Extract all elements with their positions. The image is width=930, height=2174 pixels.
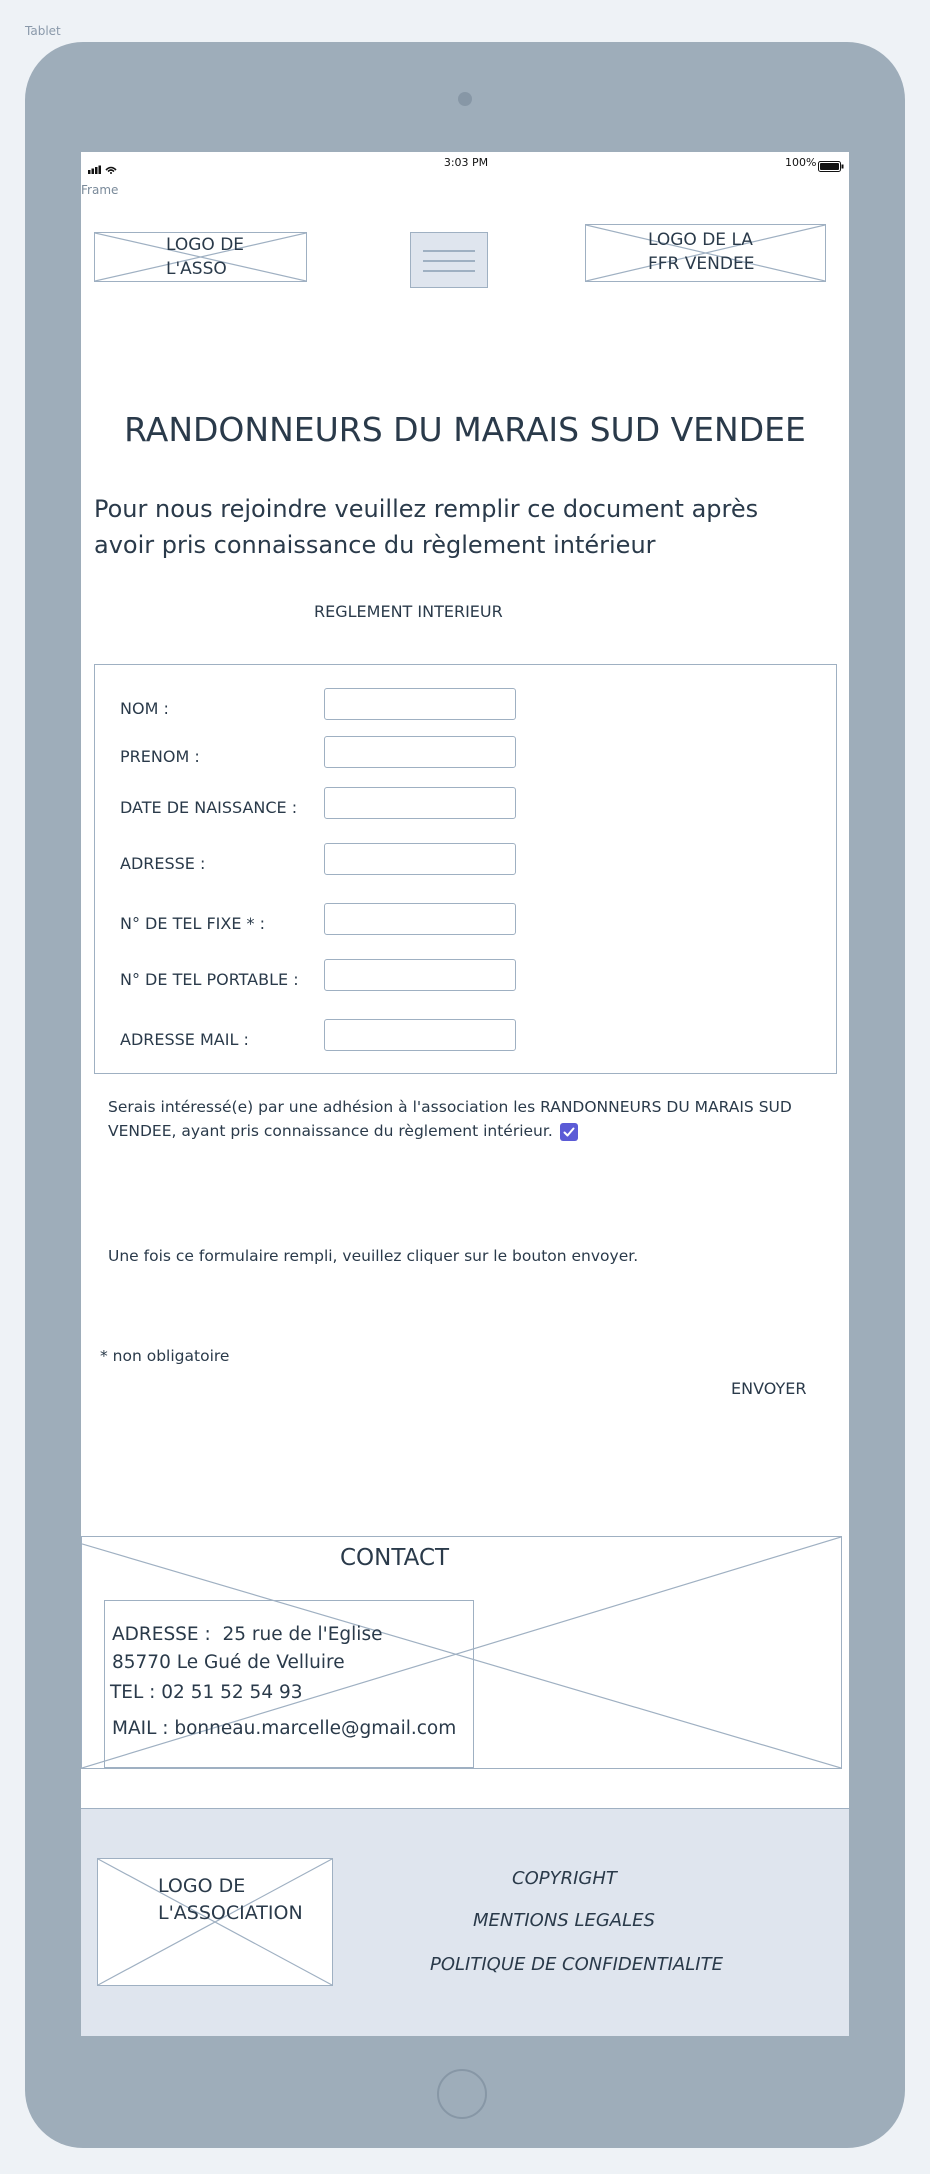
tel-fixe-input[interactable] bbox=[324, 903, 516, 935]
footer-logo-line1: LOGO DE bbox=[158, 1875, 246, 1897]
logo-asso-line1: LOGO DE bbox=[166, 235, 245, 255]
consent-text-line-2: VENDEE, ayant pris connaissance du règle… bbox=[108, 1122, 553, 1140]
contact-tel: TEL : 02 51 52 54 93 bbox=[110, 1682, 303, 1703]
nom-label: NOM : bbox=[120, 699, 169, 718]
logo-asso-line2: L'ASSO bbox=[166, 259, 227, 279]
contact-address-line-1: ADRESSE : 25 rue de l'Eglise bbox=[112, 1624, 383, 1645]
logo-ffr-placeholder[interactable]: LOGO DE LA FFR VENDEE bbox=[585, 224, 826, 282]
optional-note: * non obligatoire bbox=[100, 1347, 230, 1365]
intro-line-2: avoir pris connaissance du règlement int… bbox=[94, 531, 656, 559]
contact-address-line-2: 85770 Le Gué de Velluire bbox=[112, 1652, 345, 1673]
logo-ffr-line2: FFR VENDEE bbox=[648, 254, 755, 274]
adresse-input[interactable] bbox=[324, 843, 516, 875]
footer-logo-line2: L'ASSOCIATION bbox=[158, 1902, 303, 1924]
contact-mail[interactable]: MAIL : bonneau.marcelle@gmail.com bbox=[112, 1718, 456, 1739]
adresse-label: ADRESSE : bbox=[120, 854, 206, 873]
frame-label: Frame bbox=[81, 183, 119, 197]
tel-portable-label: N° DE TEL PORTABLE : bbox=[120, 970, 299, 989]
logo-ffr-line1: LOGO DE LA bbox=[648, 230, 753, 250]
device-label: Tablet bbox=[25, 24, 61, 38]
home-button[interactable] bbox=[437, 2069, 487, 2119]
nom-input[interactable] bbox=[324, 688, 516, 720]
date-naissance-label: DATE DE NAISSANCE : bbox=[120, 798, 298, 817]
checkmark-icon bbox=[563, 1127, 575, 1137]
battery-percent: 100% bbox=[785, 156, 817, 169]
camera-icon bbox=[458, 92, 472, 106]
date-naissance-input[interactable] bbox=[324, 787, 516, 819]
footer-logo-placeholder[interactable]: LOGO DE L'ASSOCIATION bbox=[97, 1858, 333, 1986]
envoyer-button[interactable]: ENVOYER bbox=[731, 1379, 806, 1398]
prenom-input[interactable] bbox=[324, 736, 516, 768]
intro-line-1: Pour nous rejoindre veuillez remplir ce … bbox=[94, 495, 759, 523]
footer-link-politique-confidentialite[interactable]: POLITIQUE DE CONFIDENTIALITE bbox=[430, 1954, 723, 1975]
reglement-interieur-link[interactable]: REGLEMENT INTERIEUR bbox=[314, 602, 503, 621]
tel-fixe-label: N° DE TEL FIXE * : bbox=[120, 914, 266, 933]
tel-portable-input[interactable] bbox=[324, 959, 516, 991]
hamburger-menu-icon[interactable] bbox=[410, 232, 488, 288]
logo-asso-placeholder[interactable]: LOGO DE L'ASSO bbox=[94, 232, 307, 282]
consent-checkbox[interactable] bbox=[560, 1123, 578, 1141]
battery-icon bbox=[818, 157, 844, 172]
form-instruction: Une fois ce formulaire rempli, veuillez … bbox=[108, 1247, 639, 1265]
consent-text-line-1: Serais intéressé(e) par une adhésion à l… bbox=[108, 1098, 792, 1116]
footer-link-mentions-legales[interactable]: MENTIONS LEGALES bbox=[473, 1910, 655, 1931]
signal-icon bbox=[88, 159, 118, 174]
footer-link-copyright[interactable]: COPYRIGHT bbox=[512, 1868, 617, 1889]
page-title: RANDONNEURS DU MARAIS SUD VENDEE bbox=[124, 410, 806, 449]
adresse-mail-label: ADRESSE MAIL : bbox=[120, 1030, 249, 1049]
prenom-label: PRENOM : bbox=[120, 747, 200, 766]
adresse-mail-input[interactable] bbox=[324, 1019, 516, 1051]
contact-title: CONTACT bbox=[340, 1545, 450, 1571]
tablet-screen: 3:03 PM 100% Frame LOGO DE L'ASSO LOGO D… bbox=[81, 152, 849, 2036]
status-time: 3:03 PM bbox=[443, 156, 489, 169]
